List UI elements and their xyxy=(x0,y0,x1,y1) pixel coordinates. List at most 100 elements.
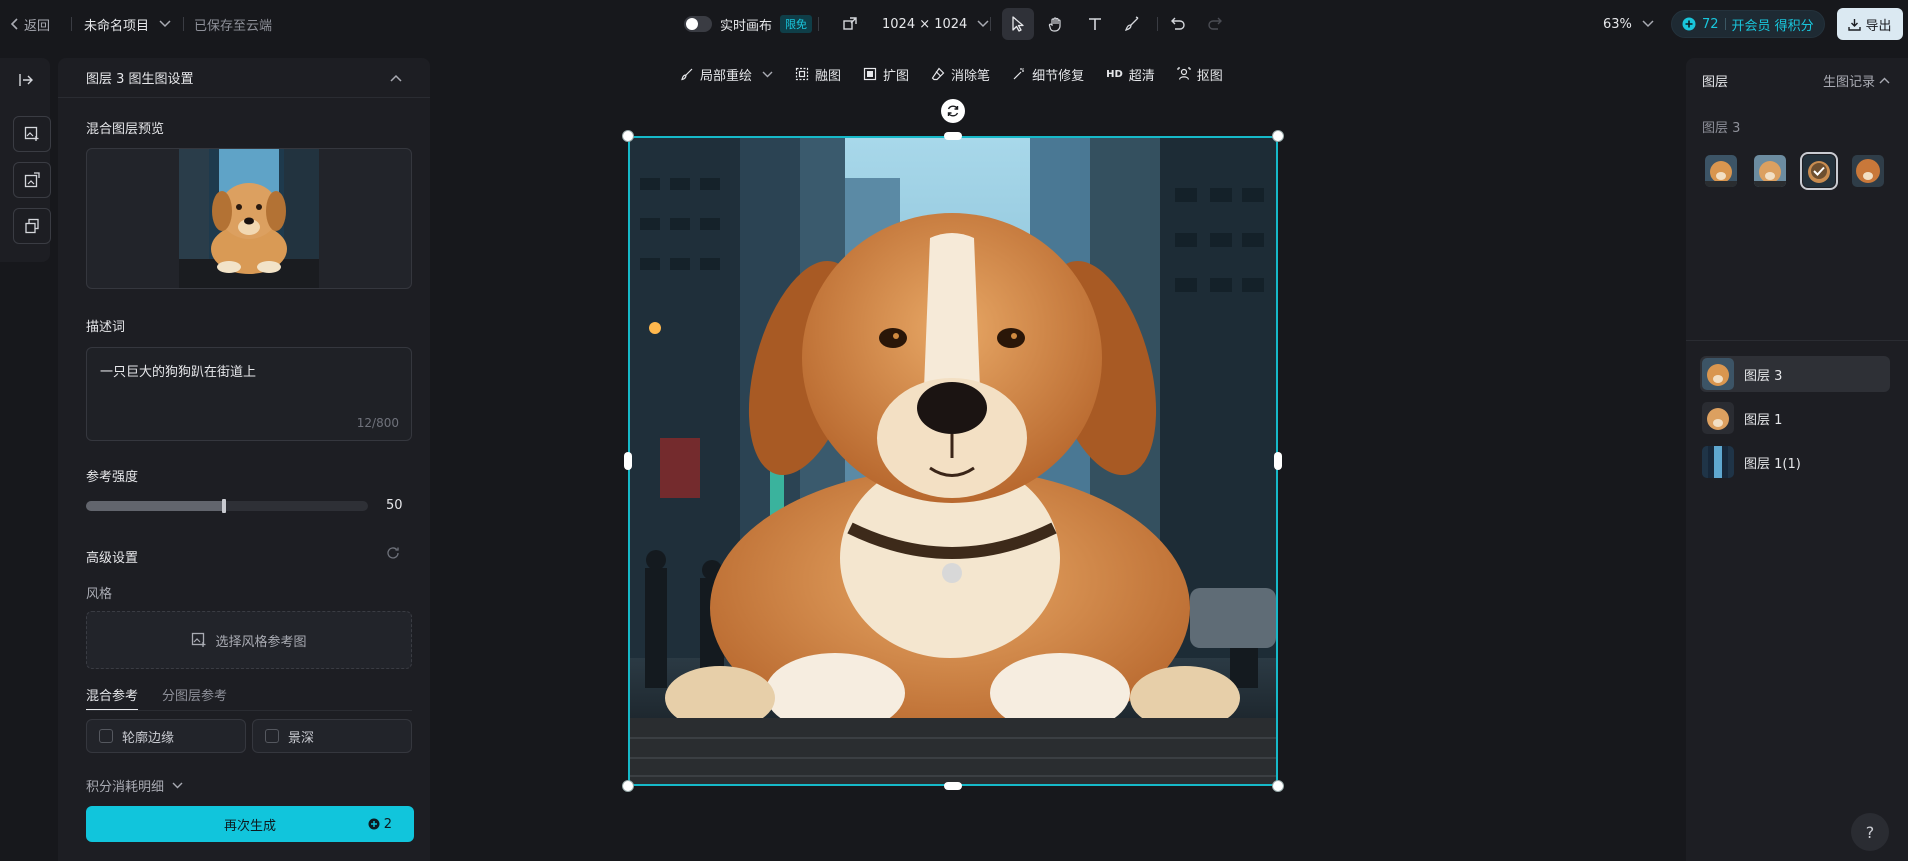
layers-button[interactable] xyxy=(13,208,51,244)
panel-header[interactable]: 图层 3 图生图设置 xyxy=(58,58,430,98)
eraser-icon xyxy=(931,67,945,81)
history-label: 生图记录 xyxy=(1822,75,1875,90)
zoom-dropdown[interactable]: 63% xyxy=(1603,0,1654,48)
tool-label: 抠图 xyxy=(1196,68,1223,84)
brush-tool-button[interactable] xyxy=(1116,8,1148,40)
layer-item[interactable]: 图层 1 xyxy=(1700,400,1890,436)
style-button-label: 选择风格参考图 xyxy=(215,634,307,650)
chevron-down-icon xyxy=(172,782,183,789)
divider xyxy=(183,17,184,31)
layer-item[interactable]: 图层 3 xyxy=(1700,356,1890,392)
cutout-tool-button[interactable]: 抠图 xyxy=(1177,65,1223,84)
canvas-image-layer[interactable] xyxy=(628,136,1278,786)
upscale-tool-button[interactable]: HD 超清 xyxy=(1106,65,1155,84)
help-button[interactable]: ? xyxy=(1851,813,1889,851)
inpaint-dropdown[interactable]: 局部重绘 xyxy=(680,65,773,84)
chevron-up-icon[interactable] xyxy=(390,74,402,82)
credit-count: 72 xyxy=(1702,16,1719,32)
cursor-icon xyxy=(1011,16,1025,32)
layers-icon xyxy=(24,218,40,234)
checkbox[interactable] xyxy=(265,729,279,743)
tab-layer-reference[interactable]: 分图层参考 xyxy=(162,685,227,711)
preview-image xyxy=(179,149,319,288)
slider-fill xyxy=(86,501,224,511)
blend-tool-button[interactable]: 融图 xyxy=(795,65,841,84)
regenerate-cost: 2 xyxy=(368,806,392,842)
credits-detail-dropdown[interactable]: 积分消耗明细 xyxy=(86,776,183,795)
resize-handle-top-right[interactable] xyxy=(1272,130,1284,142)
rotate-handle[interactable] xyxy=(941,99,965,123)
tool-label: 细节修复 xyxy=(1032,68,1085,84)
text-icon xyxy=(1088,17,1102,31)
strength-slider[interactable] xyxy=(86,499,368,513)
collapse-panel-button[interactable] xyxy=(12,66,40,94)
add-image-icon xyxy=(24,126,40,142)
resize-handle-bottom[interactable] xyxy=(944,782,962,790)
image-edit-button[interactable] xyxy=(13,162,51,198)
regenerate-button[interactable]: 再次生成 2 xyxy=(86,806,414,842)
layer-item[interactable]: 图层 1(1) xyxy=(1700,444,1890,480)
chevron-down-icon xyxy=(159,20,171,28)
preview-label: 混合图层预览 xyxy=(86,122,165,137)
project-name-dropdown[interactable]: 未命名项目 xyxy=(84,0,171,48)
resize-handle-top[interactable] xyxy=(944,132,962,140)
tab-blend-reference[interactable]: 混合参考 xyxy=(86,685,139,711)
strength-label: 参考强度 xyxy=(86,470,139,485)
chevron-down-icon xyxy=(1642,20,1654,28)
expand-icon xyxy=(863,67,877,81)
depth-checkbox[interactable]: 景深 xyxy=(252,719,412,753)
top-bar: 返回 未命名项目 已保存至云端 实时画布 限免 1024 × 1024 63% … xyxy=(0,0,1908,48)
generated-dog-image xyxy=(630,138,1276,784)
resize-handle-bottom-right[interactable] xyxy=(1272,780,1284,792)
membership-button[interactable]: 72 开会员 得积分 xyxy=(1671,10,1825,38)
back-button[interactable]: 返回 xyxy=(10,0,50,48)
resize-handle-bottom-left[interactable] xyxy=(622,780,634,792)
rotate-icon xyxy=(946,104,960,118)
generation-history-toggle[interactable]: 生图记录 xyxy=(1823,71,1890,90)
history-thumbnail[interactable] xyxy=(1852,155,1884,187)
plus-circle-icon xyxy=(1682,17,1696,31)
divider xyxy=(1686,340,1908,341)
select-tool-button[interactable] xyxy=(1002,8,1034,40)
text-tool-button[interactable] xyxy=(1079,8,1111,40)
style-reference-button[interactable]: 选择风格参考图 xyxy=(86,611,412,669)
hd-icon: HD xyxy=(1106,68,1123,80)
reset-button[interactable] xyxy=(386,546,400,560)
divider xyxy=(86,710,412,711)
regenerate-label: 再次生成 xyxy=(223,818,276,834)
chevron-down-icon xyxy=(762,71,773,78)
undo-icon xyxy=(1170,17,1186,31)
slider-handle[interactable] xyxy=(222,499,226,513)
realtime-label: 实时画布 xyxy=(720,18,773,34)
panel-title: 图层 3 图生图设置 xyxy=(86,72,194,87)
tool-label: 消除笔 xyxy=(951,68,991,84)
redo-icon xyxy=(1207,17,1223,31)
resize-handle-top-left[interactable] xyxy=(622,130,634,142)
prompt-textarea[interactable]: 一只巨大的狗狗趴在街道上 12/800 xyxy=(86,347,412,441)
layers-title: 图层 xyxy=(1702,75,1729,90)
prompt-label: 描述词 xyxy=(86,320,126,335)
redo-button[interactable] xyxy=(1199,8,1231,40)
hand-tool-button[interactable] xyxy=(1040,8,1072,40)
realtime-canvas-toggle[interactable]: 实时画布 限免 xyxy=(684,0,813,48)
contour-edge-checkbox[interactable]: 轮廓边缘 xyxy=(86,719,246,753)
expand-tool-button[interactable]: 扩图 xyxy=(863,65,909,84)
resize-handle-left[interactable] xyxy=(624,452,632,470)
detail-fix-tool-button[interactable]: 细节修复 xyxy=(1012,65,1084,84)
prompt-char-count: 12/800 xyxy=(356,416,399,430)
toggle-switch[interactable] xyxy=(684,16,712,32)
history-thumbnail-selected[interactable] xyxy=(1800,152,1838,190)
history-thumbnail[interactable] xyxy=(1754,155,1786,187)
checkbox[interactable] xyxy=(99,729,113,743)
history-section-label: 图层 3 xyxy=(1702,121,1741,136)
add-image-button[interactable] xyxy=(13,116,51,152)
resize-handle-right[interactable] xyxy=(1274,452,1282,470)
eraser-tool-button[interactable]: 消除笔 xyxy=(931,65,990,84)
zoom-level: 63% xyxy=(1603,16,1632,32)
history-thumbnail[interactable] xyxy=(1705,155,1737,187)
collapse-icon xyxy=(18,73,34,87)
canvas-size-dropdown[interactable]: 1024 × 1024 xyxy=(842,0,989,48)
left-tool-rail xyxy=(0,58,51,262)
export-button[interactable]: 导出 xyxy=(1837,8,1903,40)
undo-button[interactable] xyxy=(1162,8,1194,40)
